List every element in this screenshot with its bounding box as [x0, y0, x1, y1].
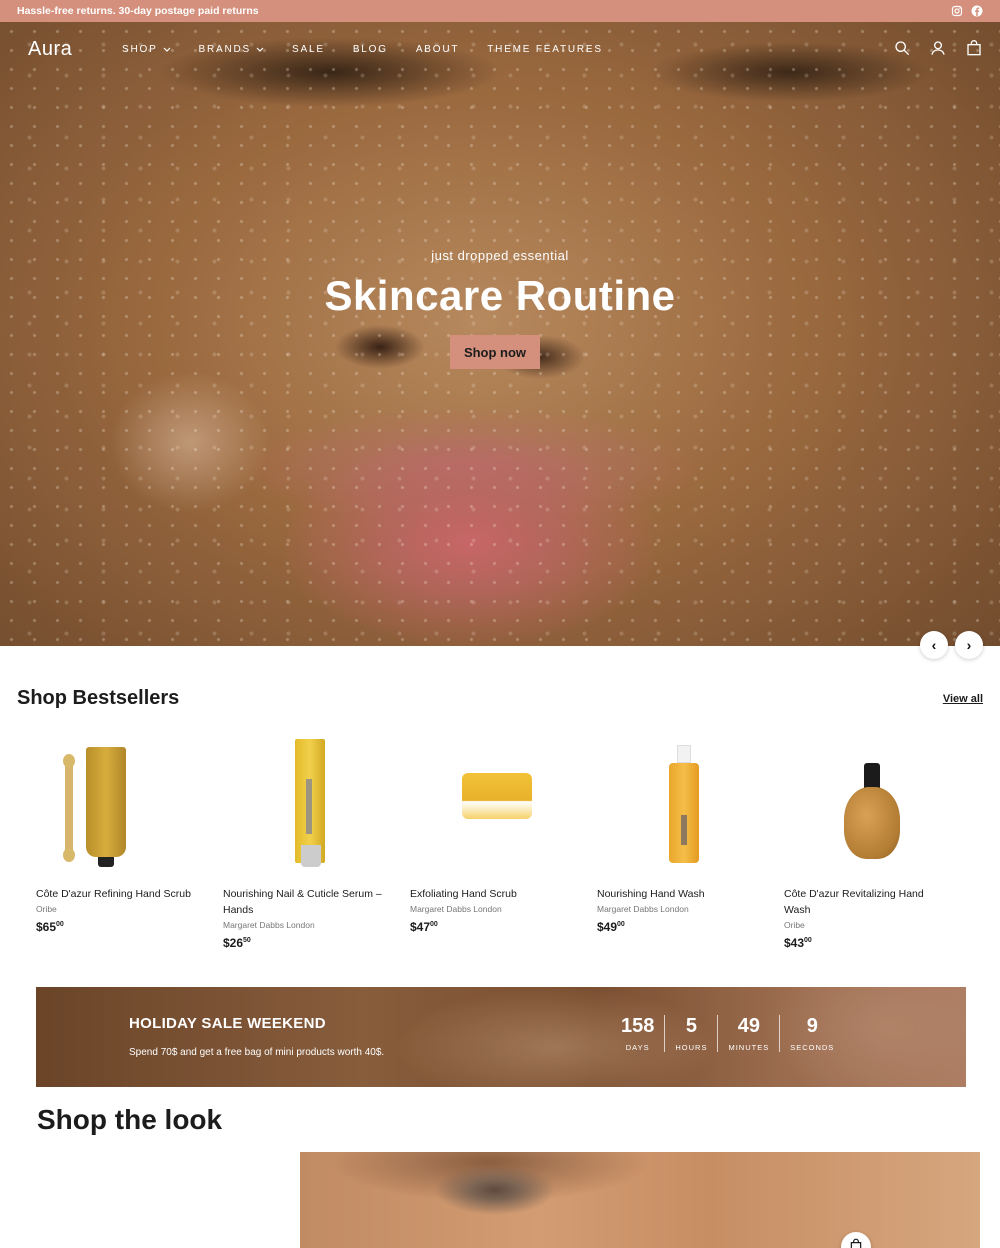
- nav-item-blog[interactable]: BLOG: [353, 44, 388, 55]
- hero-subtitle: just dropped essential: [431, 248, 569, 263]
- holiday-sale-banner: HOLIDAY SALE WEEKEND Spend 70$ and get a…: [36, 987, 966, 1087]
- product-image: [36, 733, 201, 873]
- view-all-link[interactable]: View all: [943, 693, 983, 705]
- hero-content: just dropped essential Skincare Routine …: [0, 0, 1000, 624]
- product-brand: Oribe: [784, 920, 805, 930]
- nav-item-sale[interactable]: SALE: [292, 44, 325, 55]
- product-name[interactable]: Exfoliating Hand Scrub: [410, 886, 575, 902]
- countdown-timer: 158 DAYS 5 HOURS 49 MINUTES 9 SECONDS: [611, 1015, 844, 1052]
- shop-now-button[interactable]: Shop now: [450, 335, 540, 369]
- nav-item-brands[interactable]: BRANDS: [199, 44, 264, 55]
- account-icon[interactable]: [930, 40, 946, 56]
- product-price: $4300: [784, 936, 812, 950]
- product-card[interactable]: Côte D'azur Refining Hand Scrub Oribe $6…: [36, 733, 201, 950]
- shop-the-look-image: [300, 1152, 980, 1248]
- product-image: [784, 733, 949, 873]
- product-card[interactable]: Côte D'azur Revitalizing Hand Wash Oribe…: [784, 733, 949, 950]
- product-card[interactable]: Nourishing Hand Wash Margaret Dabbs Lond…: [597, 733, 762, 950]
- product-card[interactable]: Exfoliating Hand Scrub Margaret Dabbs Lo…: [410, 733, 575, 950]
- product-image: [223, 733, 388, 873]
- shopping-bag-icon: [850, 1238, 862, 1248]
- nav-item-about[interactable]: ABOUT: [416, 44, 459, 55]
- section-title-bestsellers: Shop Bestsellers: [17, 687, 180, 709]
- hero-title: Skincare Routine: [324, 272, 676, 319]
- holiday-text: Spend 70$ and get a free bag of mini pro…: [129, 1047, 385, 1058]
- next-slide-button[interactable]: ›: [955, 631, 983, 659]
- nav-item-shop[interactable]: SHOP: [122, 44, 171, 55]
- logo[interactable]: Aura: [28, 38, 72, 61]
- product-name[interactable]: Côte D'azur Revitalizing Hand Wash: [784, 886, 949, 918]
- chevron-down-icon: [256, 47, 264, 52]
- countdown-minutes: 49 MINUTES: [717, 1015, 779, 1052]
- product-name[interactable]: Nourishing Nail & Cuticle Serum – Hands: [223, 886, 388, 918]
- product-brand: Margaret Dabbs London: [597, 904, 689, 914]
- chevron-down-icon: [163, 47, 170, 52]
- section-title-shop-the-look: Shop the look: [37, 1104, 223, 1135]
- product-price: $4900: [597, 920, 625, 934]
- product-image: [597, 733, 762, 873]
- product-grid: Côte D'azur Refining Hand Scrub Oribe $6…: [36, 733, 966, 950]
- product-name[interactable]: Nourishing Hand Wash: [597, 886, 762, 902]
- product-brand: Oribe: [36, 904, 57, 914]
- product-name[interactable]: Côte D'azur Refining Hand Scrub: [36, 886, 201, 902]
- prev-slide-button[interactable]: ‹: [920, 631, 948, 659]
- nav-icons: [894, 40, 982, 56]
- product-price: $6500: [36, 920, 64, 934]
- countdown-days: 158 DAYS: [621, 1015, 655, 1052]
- nav-menu: SHOP BRANDS SALE BLOG ABOUT THEME FEATUR…: [122, 44, 631, 55]
- chevron-left-icon: ‹: [931, 637, 937, 653]
- holiday-title: HOLIDAY SALE WEEKEND: [129, 1015, 326, 1032]
- countdown-seconds: 9 SECONDS: [779, 1015, 844, 1052]
- slider-controls: ‹ ›: [920, 631, 983, 659]
- product-price: $2650: [223, 936, 251, 950]
- nav-item-theme-features[interactable]: THEME FEATURES: [487, 44, 603, 55]
- search-icon[interactable]: [894, 40, 910, 56]
- countdown-hours: 5 HOURS: [664, 1015, 717, 1052]
- product-price: $4700: [410, 920, 438, 934]
- cart-icon[interactable]: [966, 40, 982, 56]
- product-brand: Margaret Dabbs London: [410, 904, 502, 914]
- product-card[interactable]: Nourishing Nail & Cuticle Serum – Hands …: [223, 733, 388, 950]
- chevron-right-icon: ›: [966, 637, 972, 653]
- main-nav: Aura SHOP BRANDS SALE BLOG ABOUT THEME F…: [0, 22, 1000, 78]
- product-brand: Margaret Dabbs London: [223, 920, 315, 930]
- product-image: [410, 733, 575, 873]
